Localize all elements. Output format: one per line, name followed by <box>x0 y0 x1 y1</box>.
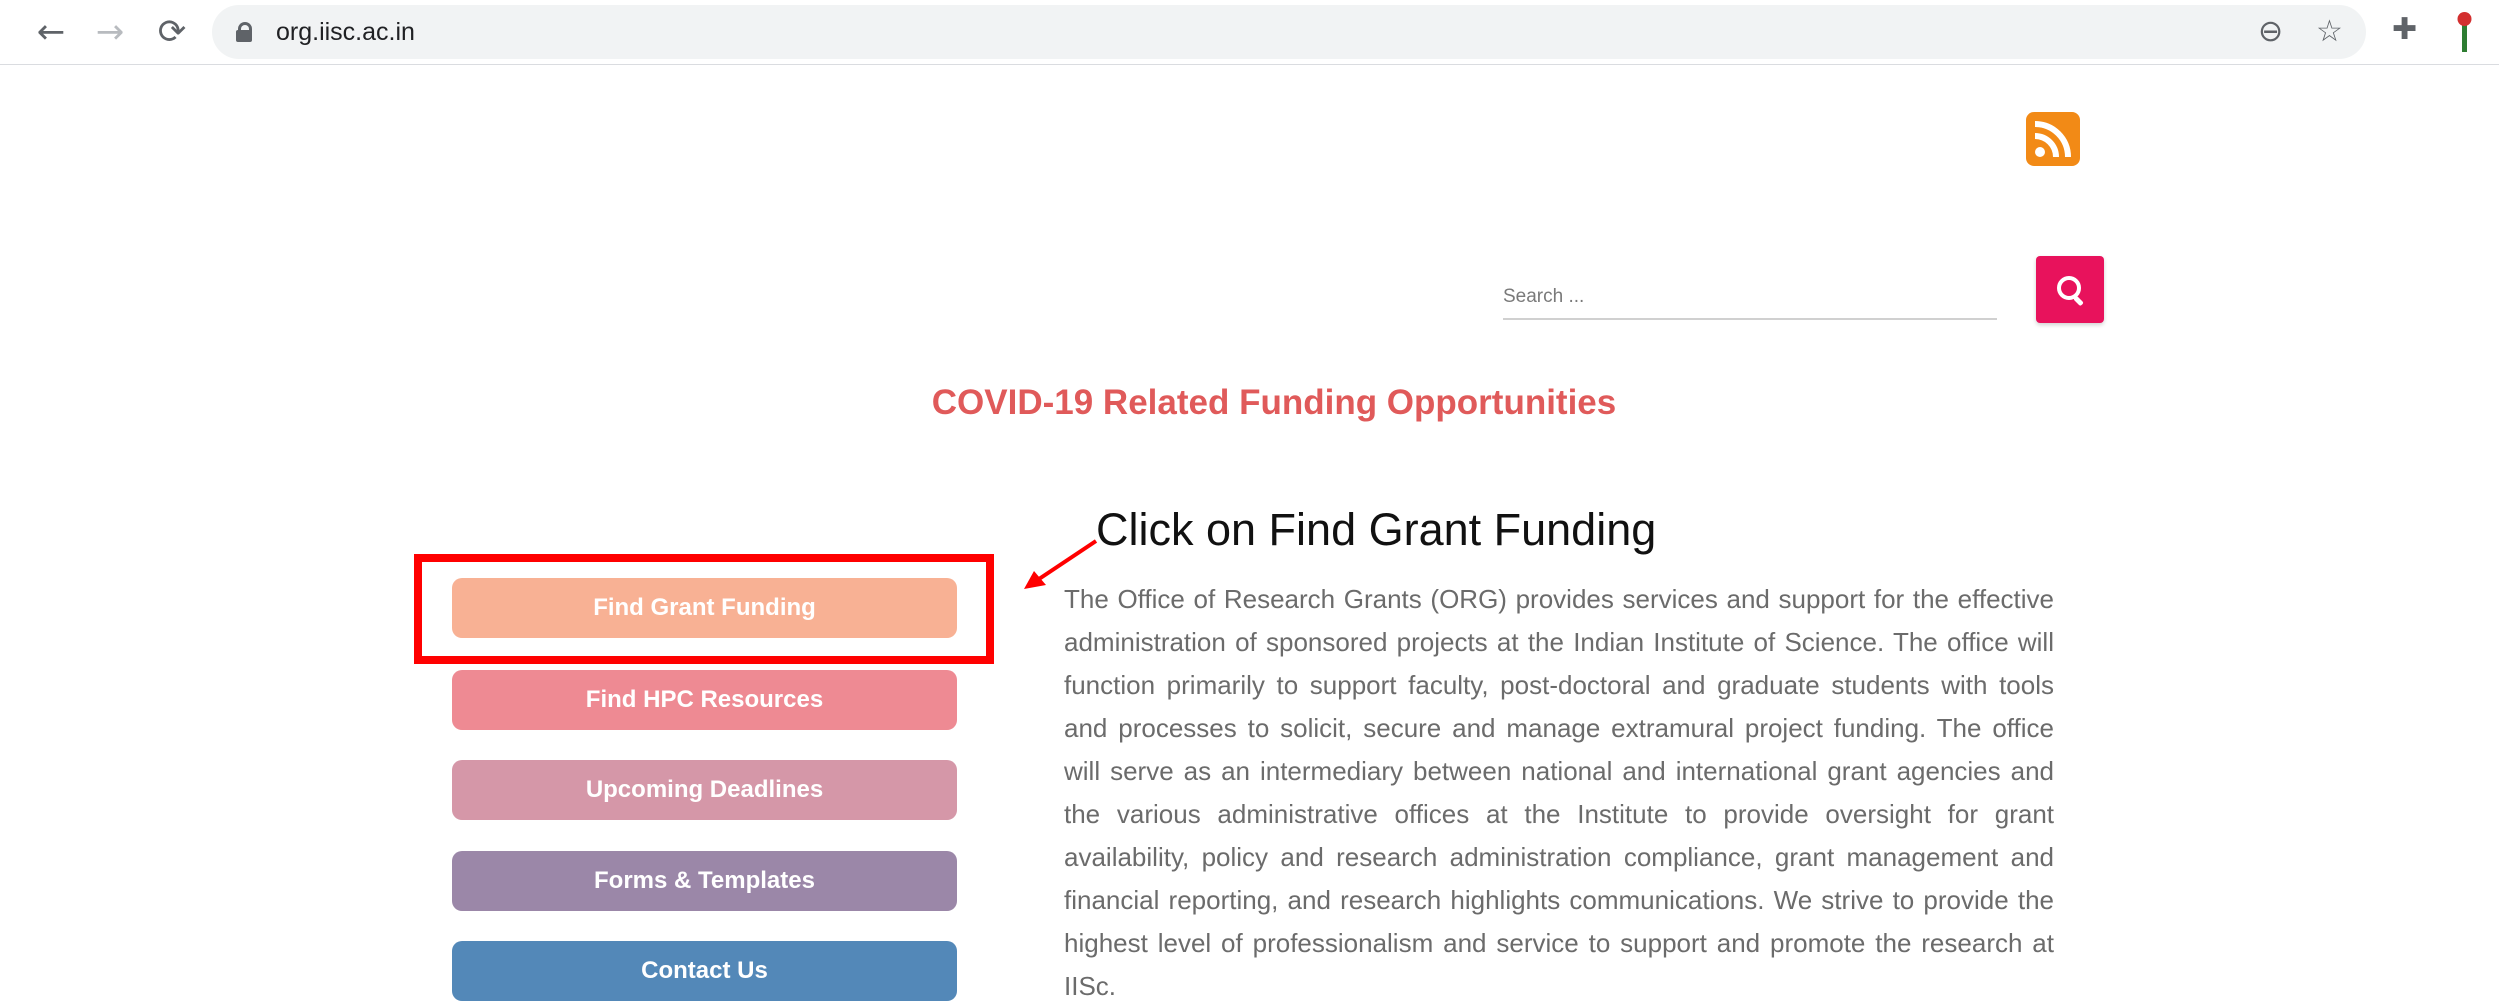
covid-funding-link[interactable]: COVID-19 Related Funding Opportunities <box>0 383 2499 423</box>
address-bar[interactable]: org.iisc.ac.in ⊖ ☆ <box>212 5 2366 59</box>
contact-us-button[interactable]: Contact Us <box>452 941 957 1001</box>
extensions-icon[interactable]: ✚ <box>2392 12 2417 47</box>
zoom-out-icon[interactable]: ⊖ <box>2258 14 2283 49</box>
reload-icon[interactable]: ⟳ <box>150 10 194 54</box>
browser-toolbar: ← → ⟳ org.iisc.ac.in ⊖ ☆ ✚ <box>0 0 2499 65</box>
bookmark-star-icon[interactable]: ☆ <box>2316 14 2343 49</box>
url-text[interactable]: org.iisc.ac.in <box>276 18 415 47</box>
forward-icon[interactable]: → <box>88 10 132 54</box>
rss-feed-icon[interactable] <box>2026 112 2080 166</box>
upcoming-deadlines-button[interactable]: Upcoming Deadlines <box>452 760 957 820</box>
lock-icon[interactable] <box>236 22 252 42</box>
search-button[interactable] <box>2036 256 2104 323</box>
back-icon[interactable]: ← <box>29 10 73 54</box>
find-grant-funding-button[interactable]: Find Grant Funding <box>452 578 957 638</box>
annotation-label: Click on Find Grant Funding <box>1096 504 1657 555</box>
extension-pin-icon[interactable] <box>2455 10 2475 54</box>
org-description: The Office of Research Grants (ORG) prov… <box>1064 584 2054 1001</box>
forms-templates-button[interactable]: Forms & Templates <box>452 851 957 911</box>
find-hpc-resources-button[interactable]: Find HPC Resources <box>452 670 957 730</box>
search-input[interactable] <box>1503 276 1997 320</box>
